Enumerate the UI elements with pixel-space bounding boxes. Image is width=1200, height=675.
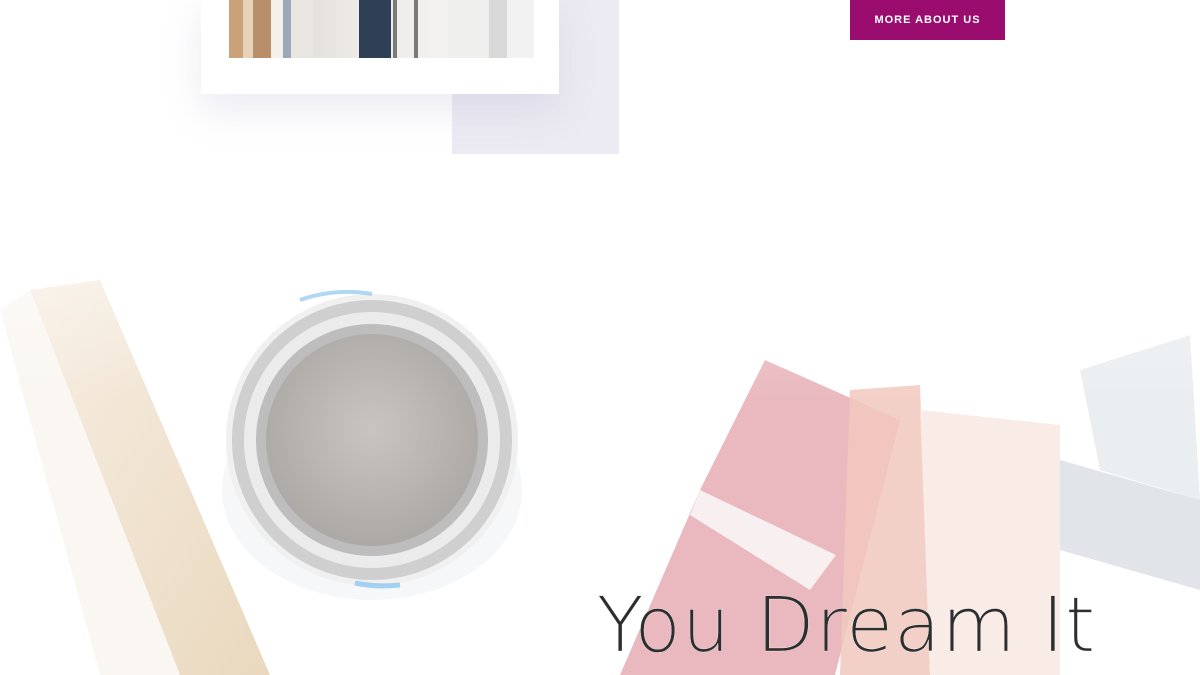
more-about-us-button[interactable]: MORE ABOUT US (850, 0, 1005, 40)
about-section: MORE ABOUT US (0, 0, 1200, 170)
photo-card (201, 0, 559, 94)
painter-on-ladder-photo (229, 0, 534, 58)
hero-section: You Dream It (0, 170, 1200, 675)
hero-title: You Dream It (597, 580, 1096, 669)
